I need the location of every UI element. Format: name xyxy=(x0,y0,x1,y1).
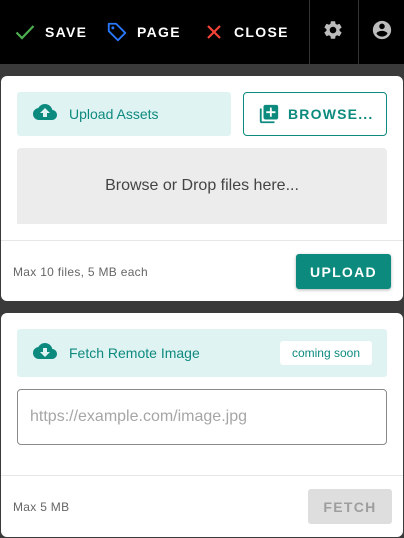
close-icon xyxy=(203,21,225,43)
top-toolbar: SAVE PAGE CLOSE xyxy=(0,0,404,64)
upload-label: UPLOAD xyxy=(310,263,377,280)
fetch-limit-note: Max 5 MB xyxy=(13,500,70,514)
card-divider xyxy=(1,475,403,476)
fetch-card: Fetch Remote Image coming soon Max 5 MB … xyxy=(1,313,403,537)
fetch-remote-label: Fetch Remote Image xyxy=(69,345,200,361)
cloud-download-icon xyxy=(33,339,57,368)
gear-icon xyxy=(322,19,344,46)
browse-label: BROWSE... xyxy=(288,106,374,122)
file-dropzone[interactable]: Browse or Drop files here... xyxy=(17,148,387,224)
account-button[interactable] xyxy=(359,0,404,64)
tag-icon xyxy=(106,21,128,43)
upload-assets-label: Upload Assets xyxy=(69,106,159,122)
close-label: CLOSE xyxy=(234,24,289,40)
coming-soon-badge: coming soon xyxy=(279,341,372,365)
upload-limit-note: Max 10 files, 5 MB each xyxy=(13,265,148,279)
fetch-label: FETCH xyxy=(323,498,377,515)
cloud-upload-icon xyxy=(33,100,57,129)
browse-button[interactable]: BROWSE... xyxy=(243,92,387,136)
image-url-input[interactable] xyxy=(17,389,387,445)
account-circle-icon xyxy=(371,19,393,46)
save-label: SAVE xyxy=(45,24,88,40)
close-button[interactable]: CLOSE xyxy=(203,0,289,64)
save-button[interactable]: SAVE xyxy=(14,0,87,64)
page-button[interactable]: PAGE xyxy=(106,0,181,64)
upload-button[interactable]: UPLOAD xyxy=(296,254,391,289)
settings-button[interactable] xyxy=(310,0,356,64)
upload-assets-tile: Upload Assets xyxy=(17,92,231,136)
dropzone-text: Browse or Drop files here... xyxy=(105,177,299,194)
page-label: PAGE xyxy=(137,24,181,40)
fetch-button[interactable]: FETCH xyxy=(308,489,392,524)
check-icon xyxy=(14,21,36,43)
card-divider xyxy=(1,240,403,241)
fetch-remote-tile: Fetch Remote Image coming soon xyxy=(17,329,387,377)
upload-card: Upload Assets BROWSE... Browse or Drop f… xyxy=(1,76,403,301)
library-add-icon xyxy=(258,103,280,125)
